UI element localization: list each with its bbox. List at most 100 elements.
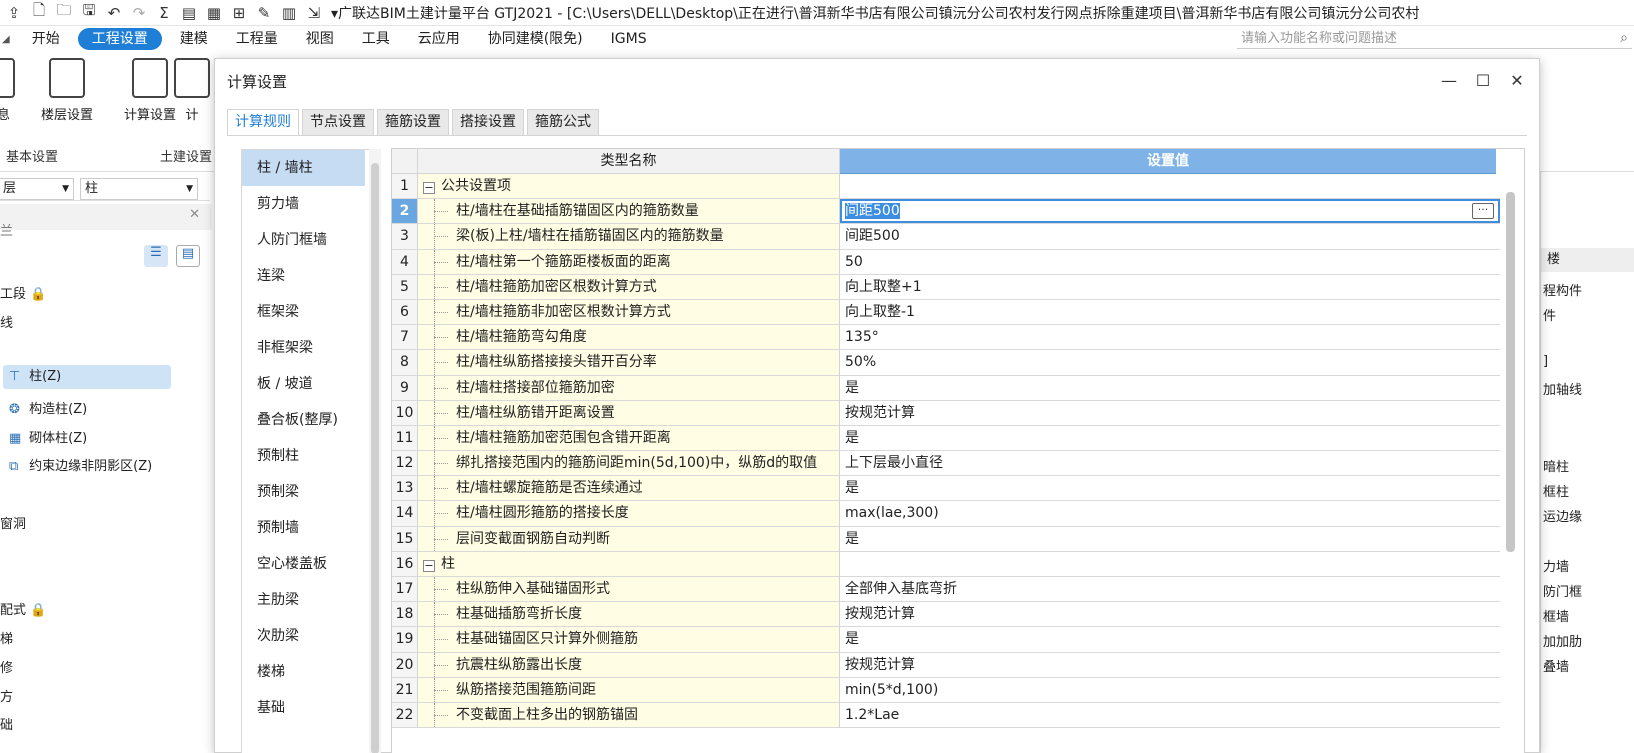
row-number[interactable]: 9: [392, 375, 418, 400]
table-row[interactable]: 10 柱/墙柱纵筋错开距离设置 按规范计算: [392, 400, 1500, 426]
tree-item-boundary-area[interactable]: ⧉ 约束边缘非阴影区(Z): [9, 455, 152, 474]
list-view-icon[interactable]: ☰: [144, 245, 168, 267]
table-row[interactable]: 8 柱/墙柱纵筋搭接接头错开百分率 50%: [392, 350, 1500, 376]
setting-value-cell[interactable]: [840, 174, 1500, 199]
tab-lap-settings[interactable]: 搭接设置: [452, 109, 524, 136]
setting-value-cell[interactable]: 是: [840, 476, 1500, 501]
row-name-cell[interactable]: 柱/墙柱圆形箍筋的搭接长度: [418, 501, 840, 526]
row-name-cell[interactable]: 柱/墙柱搭接部位箍筋加密: [418, 375, 840, 400]
row-name-cell[interactable]: − 柱: [418, 551, 840, 576]
tab-stirrup-formula[interactable]: 箍筋公式: [527, 109, 599, 136]
upload-icon[interactable]: ⇪: [3, 3, 25, 23]
setting-value-cell[interactable]: 上下层最小直径: [840, 451, 1500, 476]
table-row[interactable]: 5 柱/墙柱箍筋加密区根数计算方式 向上取整+1: [392, 274, 1500, 300]
right-panel-item[interactable]: 件: [1543, 305, 1556, 324]
table-icon[interactable]: ⊞: [228, 3, 250, 23]
right-panel-item[interactable]: 加加肋: [1543, 631, 1582, 650]
table-row[interactable]: 16− 柱: [392, 551, 1500, 577]
row-name-cell[interactable]: 柱基础插筋弯折长度: [418, 602, 840, 627]
table-row[interactable]: 18 柱基础插筋弯折长度 按规范计算: [392, 602, 1500, 628]
row-number[interactable]: 21: [392, 677, 418, 702]
open-folder-icon[interactable]: 🗀: [53, 1, 75, 23]
setting-value-cell[interactable]: 间距500: [840, 224, 1500, 249]
row-number[interactable]: 8: [392, 350, 418, 375]
type-select[interactable]: 柱 ▼: [80, 178, 198, 200]
menu-igms[interactable]: IGMS: [597, 28, 661, 50]
table-row[interactable]: 4 柱/墙柱第一个箍筋距楼板面的距离 50: [392, 249, 1500, 275]
ribbon-floor-settings-button[interactable]: 楼层设置: [32, 58, 102, 123]
row-number[interactable]: 18: [392, 602, 418, 627]
collapse-icon[interactable]: −: [423, 559, 435, 572]
tree-item[interactable]: 梯: [0, 628, 13, 647]
row-number[interactable]: 5: [392, 274, 418, 299]
row-number[interactable]: 17: [392, 577, 418, 602]
grid-scrollbar[interactable]: [1500, 174, 1524, 753]
setting-value-cell[interactable]: 是: [840, 526, 1500, 551]
row-name-cell[interactable]: 柱/墙柱第一个箍筋距楼板面的距离: [418, 249, 840, 274]
setting-value-cell[interactable]: 全部伸入基底弯折: [840, 577, 1500, 602]
row-name-cell[interactable]: 梁(板)上柱/墙柱在插筋锚固区内的箍筋数量: [418, 224, 840, 249]
row-number[interactable]: 7: [392, 325, 418, 350]
minimize-icon[interactable]: —: [1437, 69, 1461, 93]
table-row[interactable]: 12 绑扎搭接范围内的箍筋间距min(5d,100)中，纵筋d的取值 上下层最小直径: [392, 451, 1500, 477]
menu-modeling[interactable]: 建模: [166, 28, 222, 50]
tree-item-column[interactable]: ⊤ 柱(Z): [3, 365, 171, 389]
table-row[interactable]: 22 不变截面上柱多出的钢筋锚固 1.2*Lae: [392, 702, 1500, 729]
row-number[interactable]: 16: [392, 551, 418, 576]
undo-icon[interactable]: ↶: [103, 3, 125, 23]
tree-item[interactable]: 工段 🔒: [0, 283, 46, 302]
grid-header-value[interactable]: 设置值: [840, 149, 1496, 174]
table-row[interactable]: 20 抗震柱纵筋露出长度 按规范计算: [392, 652, 1500, 678]
row-name-cell[interactable]: 层间变截面钢筋自动判断: [418, 526, 840, 551]
category-item[interactable]: 楼梯: [242, 654, 381, 690]
export-icon[interactable]: ⇲: [303, 3, 325, 23]
setting-value-cell[interactable]: 向上取整+1: [840, 274, 1500, 299]
row-name-cell[interactable]: 绑扎搭接范围内的箍筋间距min(5d,100)中，纵筋d的取值: [418, 451, 840, 476]
setting-value-cell[interactable]: min(5*d,100): [840, 677, 1500, 702]
row-number[interactable]: 20: [392, 652, 418, 677]
category-item[interactable]: 主肋梁: [242, 582, 381, 618]
row-number[interactable]: 10: [392, 400, 418, 425]
category-item-column[interactable]: 柱 / 墙柱: [242, 150, 365, 186]
right-panel-item[interactable]: ]: [1543, 354, 1548, 369]
table-row[interactable]: 9 柱/墙柱搭接部位箍筋加密是: [392, 375, 1500, 401]
menu-start[interactable]: 开始: [18, 28, 74, 50]
setting-value-cell[interactable]: 按规范计算: [840, 652, 1500, 677]
tree-item[interactable]: 修: [0, 657, 13, 676]
table-row[interactable]: 14 柱/墙柱圆形箍筋的搭接长度 max(lae,300): [392, 501, 1500, 527]
row-name-cell[interactable]: 柱/墙柱纵筋搭接接头错开百分率: [418, 350, 840, 375]
row-name-cell[interactable]: 柱/墙柱箍筋弯勾角度: [418, 325, 840, 350]
close-icon[interactable]: ✕: [1505, 69, 1529, 93]
new-file-icon[interactable]: 🗋: [28, 1, 50, 23]
floor-select[interactable]: 层 ▼: [0, 178, 74, 200]
pencil-icon[interactable]: ✎: [253, 3, 275, 23]
row-name-cell[interactable]: 柱/墙柱箍筋加密区根数计算方式: [418, 274, 840, 299]
table-row[interactable]: 3 梁(板)上柱/墙柱在插筋锚固区内的箍筋数量 间距500: [392, 224, 1500, 250]
table-row[interactable]: 13 柱/墙柱螺旋箍筋是否连续通过 是: [392, 476, 1500, 502]
row-name-cell[interactable]: 柱/墙柱箍筋加密范围包含错开距离: [418, 425, 840, 451]
row-number[interactable]: 3: [392, 224, 418, 249]
row-name-cell[interactable]: 柱/墙柱螺旋箍筋是否连续通过: [418, 476, 840, 501]
menu-project-settings[interactable]: 工程设置: [77, 28, 162, 50]
setting-value-cell[interactable]: 按规范计算: [840, 602, 1500, 627]
row-name-cell[interactable]: 纵筋搭接范围箍筋间距: [418, 677, 840, 702]
table-row[interactable]: 6 柱/墙柱箍筋非加密区根数计算方式 向上取整-1: [392, 299, 1500, 326]
setting-value-cell[interactable]: 是: [840, 627, 1500, 652]
tree-item[interactable]: 线: [0, 312, 13, 331]
close-icon[interactable]: ✕: [189, 207, 200, 222]
row-name-cell[interactable]: 柱纵筋伸入基础锚固形式: [418, 577, 840, 602]
save-icon[interactable]: 🖫: [78, 1, 100, 23]
setting-value-cell[interactable]: [840, 551, 1500, 576]
setting-value-cell[interactable]: 按规范计算: [840, 400, 1500, 425]
row-number[interactable]: 15: [392, 526, 418, 551]
table-row[interactable]: 21 纵筋搭接范围箍筋间距 min(5*d,100): [392, 677, 1500, 703]
row-name-cell[interactable]: 柱基础锚固区只计算外侧箍筋: [418, 627, 840, 652]
table-row[interactable]: 17 柱纵筋伸入基础锚固形式 全部伸入基底弯折: [392, 577, 1500, 603]
row-number[interactable]: 19: [392, 627, 418, 652]
category-item[interactable]: 叠合板(整厚): [242, 402, 381, 438]
right-panel-tab[interactable]: 楼: [1541, 248, 1634, 272]
collapse-arrow-icon[interactable]: ◢: [2, 34, 10, 45]
tree-item[interactable]: 配式 🔒: [0, 599, 46, 618]
right-panel-item[interactable]: 加轴线: [1543, 379, 1582, 398]
ribbon-calc-button[interactable]: 计: [172, 58, 212, 123]
